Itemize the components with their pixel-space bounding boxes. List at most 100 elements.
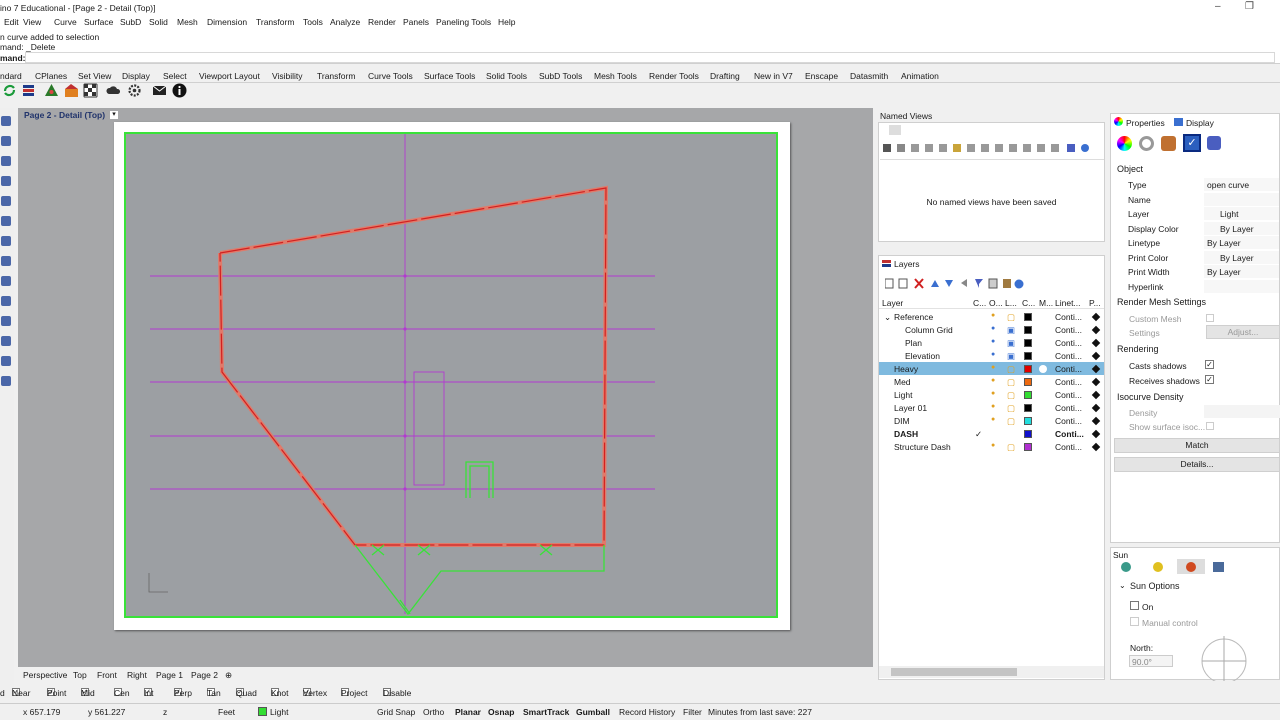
layer-row[interactable]: Heavy ● ▢ Conti... (879, 362, 1104, 375)
info-icon[interactable] (172, 83, 187, 98)
visibility-bulb-icon[interactable]: ● (991, 416, 995, 423)
layer-color-swatch[interactable] (1024, 339, 1032, 347)
minimize-icon[interactable]: – (1215, 1, 1221, 12)
layers-col-header[interactable]: Layer (882, 298, 903, 308)
toolbar-tab-transform[interactable]: Transform (317, 71, 355, 81)
menu-item-dimension[interactable]: Dimension (207, 17, 247, 27)
tool-icon[interactable] (1, 356, 11, 366)
layer-name[interactable]: Structure Dash (894, 442, 951, 452)
viewport-tab-top[interactable]: Top (73, 670, 87, 680)
toolbar-tab-set-view[interactable]: Set View (78, 71, 111, 81)
property-value-field[interactable] (1204, 279, 1279, 293)
unlock-icon[interactable]: ▢ (1007, 312, 1015, 323)
menu-item-transform[interactable]: Transform (256, 17, 294, 27)
layers-toolbar[interactable] (885, 278, 1055, 290)
unlock-icon[interactable]: ▢ (1007, 403, 1015, 414)
layer-linetype[interactable]: Conti... (1055, 325, 1082, 335)
toolbar-tab-drafting[interactable]: Drafting (710, 71, 740, 81)
osnap-label[interactable]: Point (47, 688, 66, 698)
layer-name[interactable]: Heavy (894, 364, 918, 374)
north-field[interactable]: 90.0° (1129, 655, 1173, 667)
viewport-title[interactable]: Page 2 - Detail (Top) (24, 110, 105, 120)
current-layer-swatch[interactable] (258, 707, 267, 716)
viewport-menu-arrow[interactable]: ▾ (110, 111, 118, 119)
layer-color-swatch[interactable] (1024, 378, 1032, 386)
layer-linetype[interactable]: Conti... (1055, 338, 1082, 348)
visibility-bulb-icon[interactable]: ● (991, 325, 995, 332)
layers-scrollbar[interactable] (879, 666, 1104, 678)
layer-linetype[interactable]: Conti... (1055, 442, 1082, 452)
toolbar-tab-solid-tools[interactable]: Solid Tools (486, 71, 527, 81)
refresh-icon[interactable] (2, 83, 17, 98)
osnap-label[interactable]: Near (12, 688, 30, 698)
toolbar-tab-curve-tools[interactable]: Curve Tools (368, 71, 413, 81)
layer-row[interactable]: Light ● ▢ Conti... (879, 388, 1104, 401)
layer-name[interactable]: Layer 01 (894, 403, 927, 413)
layer-color-swatch[interactable] (1024, 404, 1032, 412)
tool-icon[interactable] (1, 196, 11, 206)
layer-row[interactable]: Elevation ● ▣ Conti... (879, 349, 1104, 362)
layer-linetype[interactable]: Conti... (1055, 390, 1082, 400)
menu-item-tools[interactable]: Tools (303, 17, 323, 27)
tool-icon[interactable] (1, 296, 11, 306)
manual-control-checkbox[interactable] (1130, 617, 1139, 626)
property-value-field[interactable]: By Layer (1204, 265, 1279, 278)
status-toggle-record-history[interactable]: Record History (619, 707, 675, 717)
toolbar-tab-datasmith[interactable]: Datasmith (850, 71, 888, 81)
tab-display[interactable]: Display (1186, 118, 1214, 128)
viewport-tab-page-1[interactable]: Page 1 (156, 670, 183, 680)
unlock-icon[interactable]: ▢ (1007, 364, 1015, 375)
toolbar-tab-display[interactable]: Display (122, 71, 150, 81)
toolbar-tab-animation[interactable]: Animation (901, 71, 939, 81)
visibility-bulb-icon[interactable]: ● (991, 442, 995, 449)
layer-color-swatch[interactable] (1024, 443, 1032, 451)
layer-row[interactable]: Med ● ▢ Conti... (879, 375, 1104, 388)
layer-row[interactable]: Layer 01 ● ▢ Conti... (879, 401, 1104, 414)
layer-name[interactable]: Light (894, 390, 912, 400)
unlock-icon[interactable]: ▢ (1007, 377, 1015, 388)
status-toggle-planar[interactable]: Planar (455, 707, 481, 717)
toolbar-tab-select[interactable]: Select (163, 71, 187, 81)
visibility-bulb-icon[interactable]: ● (991, 364, 995, 371)
unlock-icon[interactable]: ▢ (1007, 442, 1015, 453)
tool-icon[interactable] (1, 376, 11, 386)
osnap-label[interactable]: Quad (236, 688, 257, 698)
osnap-label[interactable]: Disable (383, 688, 411, 698)
restore-icon[interactable]: ❐ (1245, 1, 1254, 12)
layer-row[interactable]: DIM ● ▢ Conti... (879, 414, 1104, 427)
layer-color-swatch[interactable] (1024, 326, 1032, 334)
osnap-label[interactable]: Mid (81, 688, 95, 698)
layer-linetype[interactable]: Conti... (1055, 364, 1082, 374)
property-value-field[interactable]: By Layer (1204, 250, 1279, 264)
osnap-label[interactable]: Project (341, 688, 367, 698)
material-swatch[interactable] (1039, 365, 1047, 373)
property-value-field[interactable] (1204, 192, 1279, 206)
property-value-field[interactable]: By Layer (1204, 221, 1279, 235)
cylinder-icon[interactable] (1207, 136, 1221, 150)
menu-item-edit[interactable]: Edit (4, 17, 19, 27)
menu-item-paneling-tools[interactable]: Paneling Tools (436, 17, 491, 27)
light-icon[interactable] (1139, 136, 1154, 151)
osnap-label[interactable]: Cen (114, 688, 130, 698)
density-field[interactable] (1204, 405, 1280, 418)
menu-item-curve[interactable]: Curve (54, 17, 77, 27)
layers-col-header[interactable]: P... (1089, 298, 1101, 308)
chevron-down-icon[interactable]: ⌄ (1119, 581, 1126, 590)
layer-color-swatch[interactable] (1024, 365, 1032, 373)
layer-color-swatch[interactable] (1024, 430, 1032, 438)
menu-item-analyze[interactable]: Analyze (330, 17, 360, 27)
osnap-label[interactable]: Vertex (303, 688, 327, 698)
add-tab-icon[interactable]: ⊕ (225, 670, 232, 681)
check-icon[interactable]: ✓ (1183, 134, 1201, 152)
tool-icon[interactable] (1, 156, 11, 166)
viewport-tab-front[interactable]: Front (97, 670, 117, 680)
toolbar-tab-viewport-layout[interactable]: Viewport Layout (199, 71, 260, 81)
toolbar-tab-cplanes[interactable]: CPlanes (35, 71, 67, 81)
material-icon[interactable] (1117, 136, 1132, 151)
layers-col-header[interactable]: L... (1005, 298, 1017, 308)
toolbar-tab-enscape[interactable]: Enscape (805, 71, 838, 81)
print-color-diamond-icon[interactable] (1091, 377, 1101, 387)
osnap-label[interactable]: Int (144, 688, 153, 698)
toolbar-tab-subd-tools[interactable]: SubD Tools (539, 71, 582, 81)
lock-icon[interactable]: ▣ (1007, 325, 1015, 336)
